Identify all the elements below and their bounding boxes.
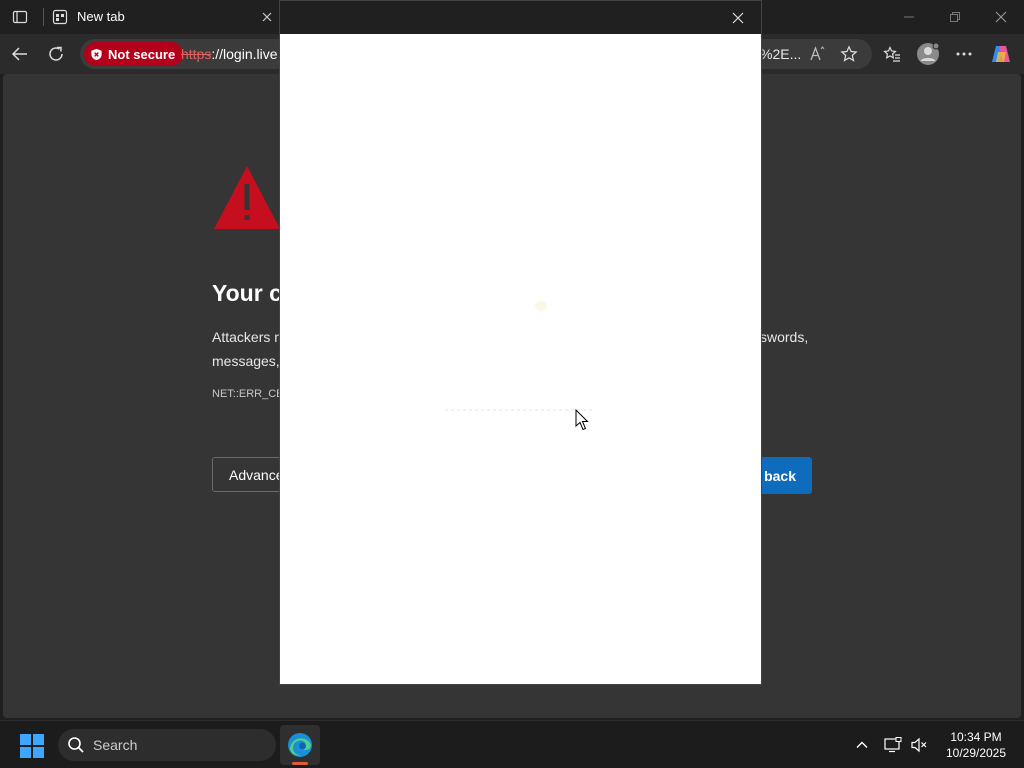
url-host: ://login.live	[211, 46, 278, 62]
login-popup-window	[279, 0, 762, 685]
taskbar: Search 10:34 PM 10/29/2025	[0, 720, 1024, 768]
loading-progress	[445, 409, 593, 411]
profile-icon[interactable]	[913, 40, 943, 68]
edge-taskbar-button[interactable]	[280, 725, 320, 765]
tab-actions-icon[interactable]	[6, 5, 34, 29]
tab-new-tab[interactable]: New tab	[44, 3, 282, 34]
clock-date: 10/29/2025	[945, 746, 1007, 760]
refresh-icon[interactable]	[41, 40, 71, 68]
back-arrow-icon[interactable]	[5, 40, 35, 68]
favorites-icon[interactable]	[877, 40, 907, 68]
search-icon	[67, 736, 85, 759]
url-text[interactable]: https://login.live	[181, 46, 278, 62]
url-tail: %2E...	[760, 46, 802, 62]
display-icon[interactable]	[881, 733, 905, 757]
restore-icon[interactable]	[940, 4, 970, 30]
popup-close-icon[interactable]	[724, 5, 752, 31]
windows-start-icon[interactable]	[20, 734, 44, 758]
tab-title: New tab	[77, 9, 125, 24]
close-window-icon[interactable]	[986, 4, 1016, 30]
read-aloud-icon[interactable]	[803, 40, 833, 68]
popup-titlebar[interactable]	[280, 1, 761, 34]
loading-spinner	[535, 301, 547, 311]
search-label: Search	[93, 737, 138, 753]
shield-warning-icon	[91, 48, 102, 60]
error-heading: Your c	[212, 280, 282, 306]
mouse-cursor-icon	[575, 408, 589, 436]
copilot-icon[interactable]	[986, 40, 1016, 68]
volume-muted-icon[interactable]	[907, 733, 931, 757]
minimize-icon[interactable]	[894, 4, 924, 30]
new-tab-icon	[52, 9, 68, 25]
warning-triangle-icon	[212, 162, 282, 237]
tab-close-icon[interactable]	[258, 8, 276, 26]
not-secure-label: Not secure	[108, 46, 176, 62]
error-description-line2: messages,	[212, 353, 280, 369]
chevron-up-icon[interactable]	[850, 733, 874, 757]
active-app-indicator	[292, 762, 308, 765]
star-icon[interactable]	[834, 40, 864, 68]
error-code: NET::ERR_CE	[212, 388, 284, 400]
taskbar-search[interactable]: Search	[58, 729, 276, 761]
not-secure-badge[interactable]: Not secure	[84, 42, 184, 66]
edge-icon	[288, 733, 312, 757]
more-icon[interactable]	[949, 40, 979, 68]
system-clock[interactable]: 10:34 PM 10/29/2025	[936, 729, 1016, 761]
clock-time: 10:34 PM	[950, 730, 1002, 744]
error-description-line1: Attackers n	[212, 329, 283, 345]
url-scheme: https	[181, 46, 212, 62]
